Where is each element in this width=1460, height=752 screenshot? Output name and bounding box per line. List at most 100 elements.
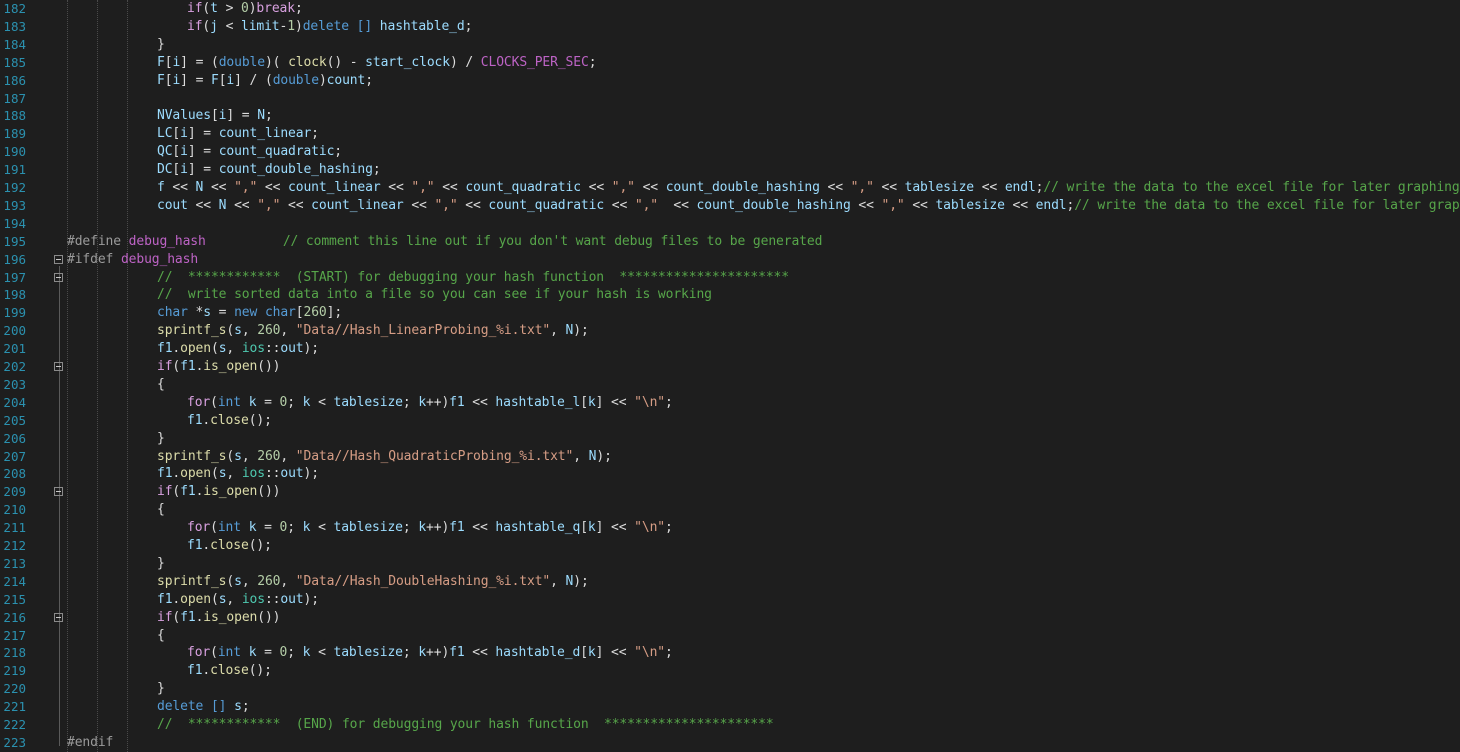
code-token: = [210, 305, 235, 321]
line-number: 220 [3, 681, 26, 697]
code-token: << [380, 180, 412, 195]
code-text: #endif [67, 734, 113, 752]
code-line[interactable]: 192 f << N << "," << count_linear << "," … [0, 179, 1460, 197]
code-line[interactable]: 187 [0, 90, 1460, 108]
code-line[interactable]: 212 f1.close(); [0, 537, 1460, 555]
code-token: ( [226, 448, 235, 464]
code-line[interactable]: 193 cout << N << "," << count_linear << "… [0, 197, 1460, 215]
line-number: 193 [3, 197, 26, 213]
code-token: f1 [157, 466, 173, 482]
code-token: "Data//Hash_DoubleHashing_%i.txt" [295, 573, 551, 589]
code-token: int [217, 520, 241, 536]
code-line[interactable]: 197 // ************ (START) for debugging… [0, 269, 1460, 287]
collapse-icon[interactable] [54, 254, 63, 264]
collapse-icon[interactable] [54, 362, 63, 371]
code-line[interactable]: 183 if(j < limit-1)delete [] hashtable_d; [0, 18, 1460, 36]
code-token: << [257, 180, 289, 195]
code-line[interactable]: 207 sprintf_s(s, 260, "Data//Hash_Quadrat… [0, 448, 1460, 466]
code-line[interactable]: 182 if(t > 0)break; [0, 0, 1460, 18]
code-line[interactable]: 189 LC[i] = count_linear; [0, 125, 1460, 143]
code-token: cout [157, 197, 188, 213]
code-token: "\n" [634, 520, 665, 536]
line-number: 204 [3, 394, 26, 410]
code-line[interactable]: 208 f1.open(s, ios::out); [0, 465, 1460, 483]
code-line[interactable]: 205 f1.close(); [0, 412, 1460, 430]
code-line[interactable]: 201 f1.open(s, ios::out); [0, 340, 1460, 358]
code-token: 260 [257, 573, 281, 589]
code-line[interactable]: 191 DC[i] = count_double_hashing; [0, 161, 1460, 179]
code-line[interactable]: 195 #define debug_hash // comment this li… [0, 233, 1460, 251]
code-token: clock [288, 54, 327, 70]
code-line[interactable]: 190 QC[i] = count_quadratic; [0, 143, 1460, 161]
code-line[interactable]: 211 for(int k = 0; k < tablesize; k++)f1 … [0, 519, 1460, 537]
code-token: ( [172, 484, 181, 500]
collapse-icon[interactable] [54, 612, 63, 622]
line-number: 213 [3, 555, 26, 571]
collapse-icon[interactable] [54, 487, 63, 497]
code-line[interactable]: 186 F[i] = F[i] / (double)count; [0, 72, 1460, 90]
line-number: 194 [3, 215, 26, 231]
line-number: 189 [3, 126, 26, 142]
code-token: ; [294, 1, 303, 16]
code-line[interactable]: 184} [0, 36, 1460, 54]
code-token: 260 [257, 323, 281, 339]
code-text: #ifdef debug_hash [67, 251, 198, 269]
collapse-icon[interactable] [54, 272, 63, 282]
line-number: 222 [3, 717, 26, 732]
code-line[interactable]: 210 { [0, 501, 1460, 519]
code-line[interactable]: 204 for(int k = 0; k < tablesize; k++)f1 … [0, 394, 1460, 412]
code-token: "," [257, 197, 281, 213]
code-token: ; [287, 645, 303, 661]
code-token: if [187, 18, 203, 34]
code-line[interactable]: 194 [0, 215, 1460, 233]
code-text: { [157, 627, 165, 645]
code-token: ( [226, 323, 235, 339]
code-line[interactable]: 206} [0, 430, 1460, 448]
code-line[interactable]: 219 f1.close(); [0, 662, 1460, 680]
code-line[interactable]: 220} [0, 680, 1460, 698]
code-token: ] << [595, 645, 635, 661]
code-text: sprintf_s(s, 260, "Data//Hash_QuadraticP… [157, 448, 612, 466]
code-token: "," [611, 180, 635, 195]
code-line[interactable]: 215 f1.open(s, ios::out); [0, 591, 1460, 609]
code-line[interactable]: 200 sprintf_s(s, 260, "Data//Hash_LinearP… [0, 322, 1460, 340]
code-token: , [550, 573, 566, 589]
line-number: 217 [3, 627, 26, 643]
code-line[interactable]: 188 NValues[i] = N; [0, 107, 1460, 125]
code-line[interactable]: 185 F[i] = (double)( clock() - start_cloc… [0, 54, 1460, 72]
code-line[interactable]: 216 if(f1.is_open()) [0, 609, 1460, 627]
code-token: debug_hash [128, 233, 206, 249]
code-token: [ [172, 126, 181, 142]
line-number: 183 [3, 18, 26, 34]
code-token: open [180, 591, 211, 607]
code-token: F [157, 72, 165, 88]
code-editor[interactable]: 182 if(t > 0)break; 183 if(j < limit-1)dele… [0, 0, 1460, 752]
code-token: ); [573, 573, 589, 589]
code-line[interactable]: 214 sprintf_s(s, 260, "Data//Hash_DoubleH… [0, 573, 1460, 591]
code-line[interactable]: 198 // write sorted data into a file so y… [0, 286, 1460, 304]
code-line[interactable]: 209 if(f1.is_open()) [0, 483, 1460, 501]
code-line[interactable]: 199 char *s = new char[260]; [0, 304, 1460, 322]
code-line[interactable]: 213} [0, 555, 1460, 573]
code-text: cout << N << "," << count_linear << "," … [157, 197, 1460, 215]
code-token: k [418, 520, 427, 536]
code-text: f1.open(s, ios::out); [157, 340, 319, 358]
code-line[interactable]: 221 delete [] s; [0, 698, 1460, 716]
code-token: 1 [287, 18, 295, 34]
code-text: if(t > 0)break; [187, 0, 303, 18]
code-token: ]; [326, 305, 343, 321]
code-line[interactable]: 202 if(f1.is_open()) [0, 358, 1460, 376]
code-token: f1 [180, 484, 196, 500]
code-line[interactable]: 223 #endif [0, 734, 1460, 752]
code-line[interactable]: 222 // ************ (END) for debugging y… [0, 716, 1460, 734]
code-line[interactable]: 203 { [0, 376, 1460, 394]
code-line[interactable]: 196 #ifdef debug_hash [0, 251, 1460, 269]
code-token: count_linear [311, 197, 404, 213]
code-line[interactable]: 217 { [0, 627, 1460, 645]
code-token: = [256, 394, 280, 410]
code-token: double [218, 54, 265, 70]
code-token: << [974, 180, 1005, 195]
code-token: , [573, 448, 589, 464]
code-line[interactable]: 218 for(int k = 0; k < tablesize; k++)f1 … [0, 644, 1460, 662]
code-token: // write the data to the excel file for … [1074, 197, 1460, 213]
